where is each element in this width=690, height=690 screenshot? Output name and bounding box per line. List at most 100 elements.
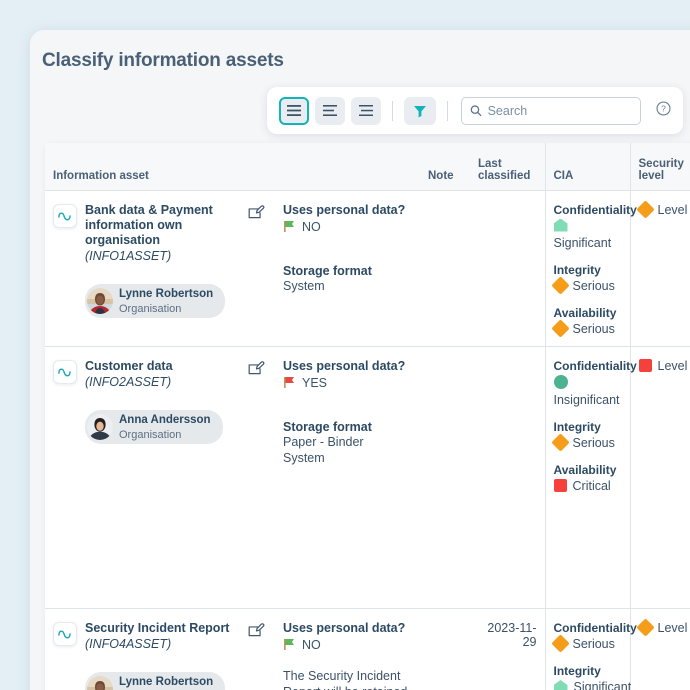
- security-level-value: Level: [638, 359, 690, 373]
- personal-data-text: YES: [302, 375, 328, 390]
- asset-name: Customer data: [85, 358, 173, 373]
- cell-security-level: Level: [629, 346, 690, 609]
- column-header-last-classified[interactable]: Last classified: [470, 143, 545, 191]
- toolbar-region: ?: [30, 72, 690, 134]
- cia-value-text: Serious: [572, 278, 615, 293]
- column-header-note[interactable]: Note: [420, 143, 470, 191]
- personal-data-value: NO: [283, 638, 412, 652]
- security-level-text: Level: [657, 202, 688, 217]
- security-level-line2: level: [638, 169, 665, 182]
- column-header-cia[interactable]: CIA: [544, 143, 630, 191]
- svg-text:?: ?: [661, 103, 666, 113]
- cell-details: Uses personal data? NO Storage format Syste…: [275, 190, 420, 347]
- personal-data-label: Uses personal data?: [283, 358, 406, 373]
- cell-cia: Confidentiality Insignificant Integrity Ser…: [544, 346, 637, 609]
- cia-level-diamond-icon: [550, 634, 570, 653]
- note-edit-icon[interactable]: [248, 622, 265, 638]
- asset-code: (INFO4ASSET): [85, 636, 172, 651]
- cia-level-circle-icon: [553, 374, 568, 389]
- cia-value: Insignificant: [553, 374, 622, 407]
- security-level-line1: Security: [638, 157, 684, 170]
- avatar: [87, 675, 113, 690]
- owner-chip[interactable]: Lynne RobertsonOrganisation: [85, 283, 226, 318]
- view-comfortable-button[interactable]: [351, 96, 381, 125]
- table-row[interactable]: Security Incident Report (INFO4ASSET) Lynn…: [45, 608, 690, 690]
- cia-value-text: Significant: [573, 679, 632, 690]
- asset-type-icon-box: [53, 359, 77, 384]
- security-level-diamond-icon: [635, 200, 655, 219]
- asset-name: Security Incident Report: [85, 620, 230, 635]
- personal-data-value: NO: [283, 220, 412, 234]
- last-classified-line1: Last: [478, 157, 502, 170]
- note-edit-icon[interactable]: [248, 360, 265, 376]
- cia-value: Serious: [550, 319, 622, 338]
- cell-note-edit[interactable]: [240, 608, 275, 690]
- cell-note-edit[interactable]: [240, 190, 275, 347]
- page-title: Classify information assets: [42, 50, 284, 71]
- column-header-information-asset[interactable]: Information asset: [45, 143, 240, 191]
- wave-icon: [57, 367, 71, 376]
- cell-note: [420, 190, 470, 347]
- question-circle-icon: ?: [656, 100, 671, 116]
- red-flag-icon: [284, 377, 294, 388]
- column-header-security-level[interactable]: Security level: [629, 143, 690, 191]
- cia-level-pentagon-icon: [553, 680, 568, 690]
- filter-button[interactable]: [404, 96, 436, 125]
- owner-name: Lynne Robertson: [119, 675, 214, 688]
- cia-group: Integrity Serious: [550, 420, 622, 452]
- personal-data-text: NO: [302, 219, 321, 234]
- cia-label: Integrity: [553, 663, 601, 678]
- table-row[interactable]: Customer data (INFO2ASSET) Anna Andersson O…: [45, 346, 690, 609]
- view-compact-button[interactable]: [279, 96, 309, 125]
- table-body: Bank data & Payment information own orga…: [45, 190, 690, 690]
- cell-cia: Confidentiality Serious Integrity Significa…: [544, 608, 637, 690]
- view-medium-button[interactable]: [315, 96, 345, 125]
- table-row[interactable]: Bank data & Payment information own orga…: [45, 190, 690, 347]
- cell-note-edit[interactable]: [240, 346, 275, 609]
- cell-security-level: Level: [629, 608, 690, 690]
- help-button[interactable]: ?: [656, 100, 671, 121]
- cell-information-asset[interactable]: Bank data & Payment information own orga…: [45, 190, 240, 347]
- cell-last-classified: [470, 346, 545, 609]
- avatar-image: [87, 413, 113, 440]
- cia-group: Availability Critical: [553, 463, 622, 493]
- search-icon: [470, 105, 482, 117]
- asset-name: Bank data & Payment information own orga…: [85, 202, 213, 247]
- cia-group: Integrity Serious: [550, 263, 622, 295]
- last-classified-line2: classified: [478, 169, 531, 182]
- cia-value: Critical: [553, 478, 622, 493]
- app-card: Classify information assets Search ? Inf…: [30, 30, 690, 690]
- security-level-value: Level: [635, 200, 690, 219]
- column-header-details: [275, 143, 420, 191]
- security-level-value: Level: [635, 618, 690, 637]
- cia-level-diamond-icon: [550, 276, 570, 295]
- asset-type-icon-box: [53, 621, 77, 646]
- search-box[interactable]: [461, 96, 641, 125]
- cell-information-asset[interactable]: Customer data (INFO2ASSET) Anna Andersson O…: [45, 346, 240, 609]
- filter-icon: [414, 105, 426, 117]
- security-level-square-icon: [638, 359, 652, 372]
- owner-chip[interactable]: Lynne RobertsonOrganisation: [85, 671, 226, 690]
- cell-note: [420, 346, 470, 609]
- cell-information-asset[interactable]: Security Incident Report (INFO4ASSET) Lynn…: [45, 608, 240, 690]
- cia-value-text: Critical: [572, 478, 611, 493]
- avatar: [87, 287, 113, 314]
- cia-group: Confidentiality Insignificant: [553, 359, 637, 407]
- cia-value-text: Serious: [572, 321, 615, 336]
- compact-list-icon: [287, 105, 301, 116]
- toolbar-divider-1: [392, 100, 393, 121]
- asset-code: (INFO1ASSET): [85, 248, 172, 263]
- personal-data-value: YES: [283, 376, 412, 390]
- cia-value-text: Serious: [572, 636, 615, 651]
- cia-level-pentagon-icon: [553, 218, 568, 232]
- search-input[interactable]: [487, 103, 632, 118]
- comfortable-list-icon: [359, 105, 373, 116]
- assets-table-card: Information asset Note Last classified C…: [45, 143, 690, 690]
- cell-last-classified: [470, 190, 545, 347]
- toolbar: ?: [267, 87, 683, 134]
- cia-value-text: Significant: [553, 235, 612, 250]
- owner-chip[interactable]: Anna Andersson Organisation: [85, 409, 223, 444]
- note-edit-icon[interactable]: [248, 204, 265, 220]
- personal-data-label: Uses personal data?: [283, 620, 406, 635]
- cia-value: Serious: [550, 276, 622, 295]
